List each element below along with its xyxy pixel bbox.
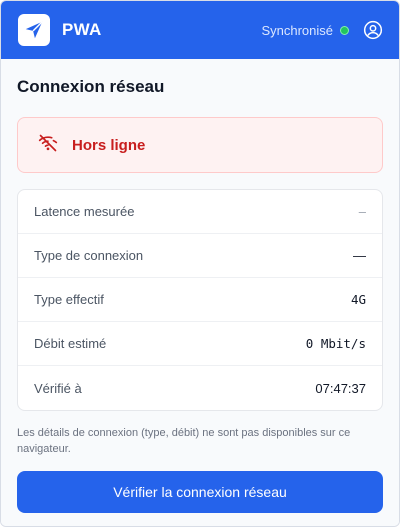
sync-indicator-icon bbox=[340, 25, 349, 35]
checked-at-value: 07:47:37 bbox=[315, 380, 366, 396]
latency-label: Latence mesurée bbox=[34, 204, 135, 219]
network-status-banner: Hors ligne bbox=[17, 117, 383, 173]
latency-value: – bbox=[358, 204, 366, 219]
unsupported-details-note: Les détails de connexion (type, débit) n… bbox=[17, 427, 351, 455]
network-status-label: Hors ligne bbox=[72, 136, 146, 154]
sync-status: Synchronisé bbox=[261, 22, 333, 38]
latency-row: Latence mesurée – bbox=[18, 190, 382, 234]
app-name: PWA bbox=[62, 20, 102, 39]
effective-type-label: Type effectif bbox=[34, 292, 104, 307]
main-content: Connexion réseau Hors ligne Latence mesu… bbox=[1, 59, 399, 526]
connection-type-value: — bbox=[353, 248, 366, 263]
app-header: PWA Synchronisé bbox=[1, 1, 399, 59]
connection-details-table: Latence mesurée – Type de connexion — Ty… bbox=[17, 189, 383, 411]
checked-at-row: Vérifié à 07:47:37 bbox=[18, 366, 382, 410]
downlink-row: Débit estimé 0 Mbit/s bbox=[18, 322, 382, 366]
connection-type-row: Type de connexion — bbox=[18, 234, 382, 278]
paper-plane-icon[interactable] bbox=[18, 14, 50, 46]
app-window: PWA Synchronisé Connexion réseau Hors li… bbox=[0, 0, 400, 527]
wifi-off-icon bbox=[38, 133, 58, 158]
effective-type-value: 4G bbox=[350, 292, 366, 307]
connection-type-label: Type de connexion bbox=[34, 248, 144, 263]
page-title: Connexion réseau bbox=[17, 77, 165, 96]
user-circle-icon[interactable] bbox=[363, 20, 383, 40]
check-connection-button[interactable]: Vérifier la connexion réseau bbox=[17, 471, 383, 513]
downlink-value: 0 Mbit/s bbox=[305, 336, 366, 351]
checked-at-label: Vérifié à bbox=[34, 380, 82, 396]
effective-type-row: Type effectif 4G bbox=[18, 278, 382, 322]
downlink-label: Débit estimé bbox=[34, 336, 107, 351]
